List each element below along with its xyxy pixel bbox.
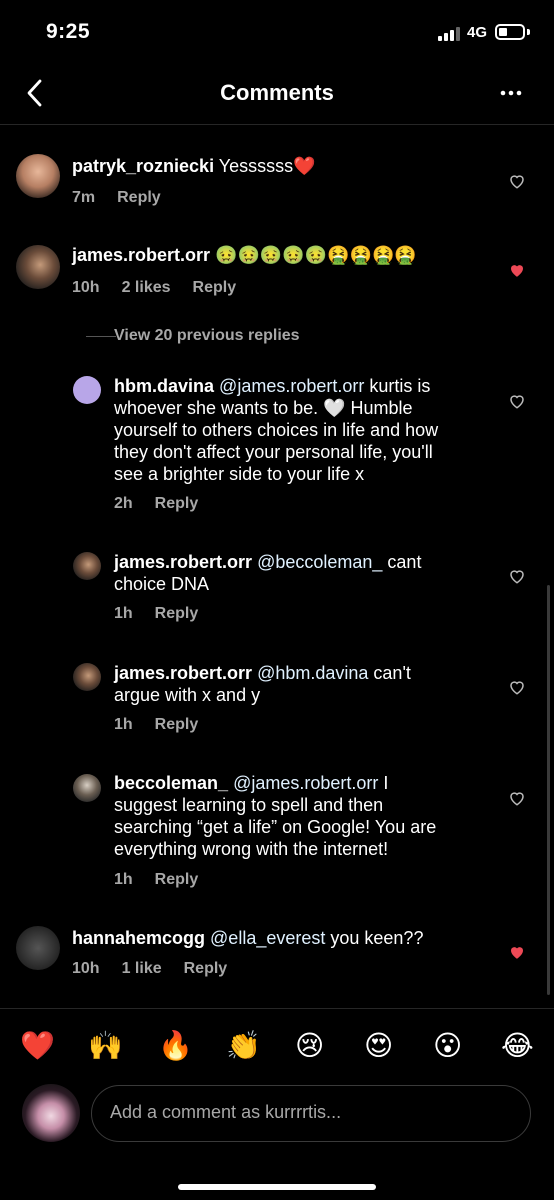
- reply-time: 1h: [114, 716, 133, 733]
- comment-body: 🤢🤢🤢🤢🤢🤮🤮🤮🤮: [215, 245, 417, 265]
- reply-meta: 1h Reply: [114, 716, 220, 734]
- reply-username[interactable]: james.robert.orr: [114, 552, 252, 572]
- reply-line: argue with x and y: [114, 685, 261, 705]
- emoji-heart[interactable]: ❤️: [20, 1029, 55, 1062]
- liked-heart-icon[interactable]: [508, 261, 526, 279]
- reply-line: everything wrong with the internet!: [114, 839, 389, 859]
- reply-button[interactable]: Reply: [155, 605, 199, 622]
- like-heart-icon[interactable]: [508, 172, 526, 190]
- like-heart-icon[interactable]: [508, 789, 526, 807]
- reply-meta: 1h Reply: [114, 605, 220, 623]
- mention-link[interactable]: @james.robert.orr: [219, 376, 364, 396]
- more-options-icon[interactable]: [498, 80, 524, 106]
- comment-body: you keen??: [325, 928, 424, 948]
- comment-text: hannahemcogg @ella_everest you keen??: [72, 927, 492, 949]
- reply-line: cant: [382, 552, 422, 572]
- page-title: Comments: [220, 80, 334, 105]
- comment-meta: 7m Reply: [72, 189, 183, 207]
- battery-cap: [527, 29, 530, 35]
- reply-username[interactable]: hbm.davina: [114, 376, 214, 396]
- comment-time: 10h: [72, 279, 100, 296]
- emoji-surprised[interactable]: 😮: [433, 1029, 462, 1062]
- comment-input-placeholder: Add a comment as kurrrrtis...: [110, 1102, 342, 1122]
- divider-line: [86, 336, 116, 337]
- avatar[interactable]: [73, 774, 101, 802]
- emoji-heart-eyes[interactable]: 😍: [364, 1029, 393, 1062]
- status-bar: 9:25 4G: [0, 0, 554, 66]
- avatar[interactable]: [16, 154, 60, 198]
- reply-line: see a brighter side to your life x: [114, 464, 365, 484]
- status-time: 9:25: [46, 20, 91, 43]
- mention-link[interactable]: @james.robert.orr: [233, 773, 378, 793]
- emoji-raised-hands[interactable]: 🙌: [88, 1029, 123, 1062]
- comment-time: 10h: [72, 960, 100, 977]
- battery-icon: [495, 24, 525, 40]
- reply-button[interactable]: Reply: [155, 871, 199, 888]
- emoji-crying[interactable]: 😢: [295, 1029, 324, 1062]
- liked-heart-icon[interactable]: [508, 943, 526, 961]
- comment-text: patryk_rozniecki Yessssss❤️: [72, 155, 492, 177]
- comment-text: james.robert.orr 🤢🤢🤢🤢🤢🤮🤮🤮🤮: [72, 244, 492, 266]
- reply-meta: 1h Reply: [114, 871, 220, 889]
- reply-line: suggest learning to spell and then: [114, 795, 384, 815]
- like-heart-icon[interactable]: [508, 567, 526, 585]
- avatar[interactable]: [16, 245, 60, 289]
- emoji-quick-bar: ❤️ 🙌 🔥 👏 😢 😍 😮 😂: [0, 1008, 554, 1079]
- reply-username[interactable]: james.robert.orr: [114, 663, 252, 683]
- reply-line: choice DNA: [114, 574, 210, 594]
- signal-icon: [438, 27, 460, 41]
- avatar[interactable]: [73, 663, 101, 691]
- reply-line: yourself to others choices in life and h…: [114, 420, 439, 440]
- emoji-fire[interactable]: 🔥: [158, 1029, 193, 1062]
- comment-body: Yessssss❤️: [218, 156, 316, 176]
- reply-button[interactable]: Reply: [184, 960, 228, 977]
- reply-button[interactable]: Reply: [117, 189, 161, 206]
- reply-line: I: [378, 773, 389, 793]
- avatar[interactable]: [73, 552, 101, 580]
- reply-username[interactable]: beccoleman_: [114, 773, 228, 793]
- reply-time: 1h: [114, 871, 133, 888]
- reply-text: hbm.davina @james.robert.orr kurtis is w…: [114, 375, 494, 485]
- reply-text: james.robert.orr @beccoleman_ cant choic…: [114, 551, 494, 595]
- reply-line: they don't affect your personal life, yo…: [114, 442, 433, 462]
- view-previous-replies[interactable]: View 20 previous replies: [86, 327, 300, 345]
- comment-input[interactable]: Add a comment as kurrrrtis...: [91, 1085, 531, 1142]
- like-heart-icon[interactable]: [508, 678, 526, 696]
- comment-time: 7m: [72, 189, 96, 206]
- comment-meta: 10h 1 like Reply: [72, 960, 249, 978]
- avatar[interactable]: [73, 376, 101, 404]
- mention-link[interactable]: @beccoleman_: [257, 552, 382, 572]
- reply-line: whoever she wants to be. 🤍 Humble: [114, 398, 413, 418]
- comment-username[interactable]: james.robert.orr: [72, 245, 210, 265]
- network-label: 4G: [467, 24, 488, 41]
- reply-line: kurtis is: [364, 376, 431, 396]
- mention-link[interactable]: @ella_everest: [210, 928, 325, 948]
- emoji-clapping[interactable]: 👏: [226, 1029, 261, 1062]
- reply-button[interactable]: Reply: [193, 279, 237, 296]
- view-replies-label: View 20 previous replies: [114, 327, 300, 344]
- reply-meta: 2h Reply: [114, 495, 220, 513]
- reply-time: 2h: [114, 495, 133, 512]
- likes-count[interactable]: 1 like: [122, 960, 162, 977]
- likes-count[interactable]: 2 likes: [122, 279, 171, 296]
- header: Comments: [0, 66, 554, 125]
- reply-line: searching “get a life” on Google! You ar…: [114, 817, 437, 837]
- reply-line: can't: [368, 663, 411, 683]
- comment-username[interactable]: hannahemcogg: [72, 928, 205, 948]
- comment-username[interactable]: patryk_rozniecki: [72, 156, 214, 176]
- mention-link[interactable]: @hbm.davina: [257, 663, 368, 683]
- reply-button[interactable]: Reply: [155, 716, 199, 733]
- comment-meta: 10h 2 likes Reply: [72, 279, 258, 297]
- like-heart-icon[interactable]: [508, 392, 526, 410]
- reply-time: 1h: [114, 605, 133, 622]
- reply-text: beccoleman_ @james.robert.orr I suggest …: [114, 772, 494, 860]
- emoji-laughing[interactable]: 😂: [501, 1029, 534, 1062]
- avatar[interactable]: [16, 926, 60, 970]
- reply-button[interactable]: Reply: [155, 495, 199, 512]
- scrollbar[interactable]: [547, 585, 550, 995]
- user-avatar: [22, 1084, 80, 1142]
- home-indicator[interactable]: [178, 1184, 376, 1190]
- reply-text: james.robert.orr @hbm.davina can't argue…: [114, 662, 494, 706]
